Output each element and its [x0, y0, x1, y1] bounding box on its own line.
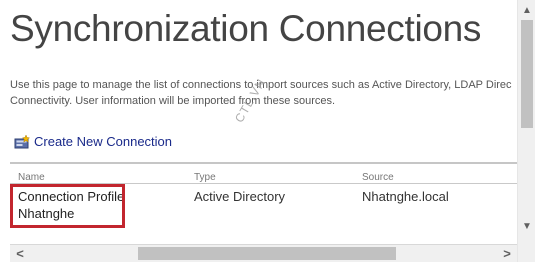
vertical-scroll-thumb[interactable]: [521, 20, 533, 128]
bottom-strip: [0, 262, 539, 269]
create-new-connection-link[interactable]: Create New Connection: [14, 134, 172, 149]
connection-type-cell: Active Directory: [194, 189, 286, 204]
column-header-name[interactable]: Name: [18, 172, 45, 183]
connection-source-cell: Nhatnghe.local: [362, 189, 449, 204]
scroll-left-arrow[interactable]: <: [12, 246, 28, 261]
vertical-scrollbar[interactable]: ▲ ▼: [517, 0, 535, 262]
connections-table: Name Type Source Connection Profile Nhat…: [10, 162, 517, 245]
column-header-type[interactable]: Type: [194, 172, 216, 183]
column-header-source[interactable]: Source: [362, 172, 394, 183]
scroll-right-arrow[interactable]: >: [499, 246, 515, 261]
scroll-down-arrow[interactable]: ▼: [518, 218, 536, 234]
page-title: Synchronization Connections: [10, 8, 482, 49]
highlight-box: [10, 184, 125, 228]
create-new-connection-label: Create New Connection: [34, 134, 173, 149]
horizontal-scroll-thumb[interactable]: [138, 247, 396, 260]
horizontal-scrollbar[interactable]: < >: [10, 245, 517, 262]
new-connection-icon: [14, 134, 31, 149]
scroll-up-arrow[interactable]: ▲: [518, 2, 536, 18]
description-line-2: Connectivity. User information will be i…: [10, 95, 336, 107]
